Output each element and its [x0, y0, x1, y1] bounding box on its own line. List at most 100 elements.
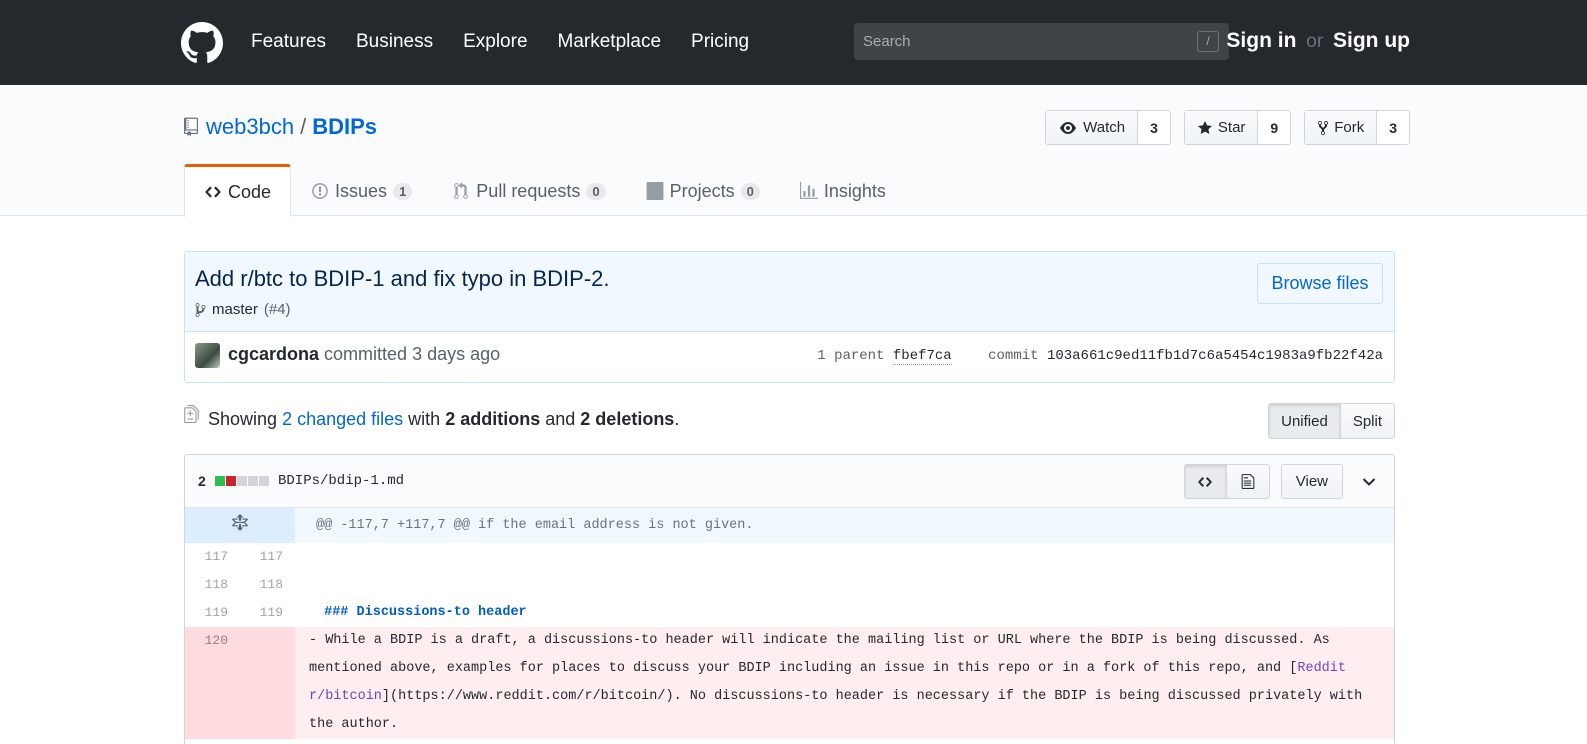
unfold-icon: [232, 514, 248, 531]
tab-insights[interactable]: Insights: [780, 164, 906, 217]
watch-count[interactable]: 3: [1138, 111, 1170, 144]
old-line-number[interactable]: 117: [185, 543, 240, 571]
sign-up-link[interactable]: Sign up: [1333, 29, 1410, 52]
hunk-header-row: @@ -117,7 +117,7 @@ if the email address…: [185, 508, 1394, 543]
nav-pricing[interactable]: Pricing: [691, 29, 749, 55]
avatar[interactable]: [195, 343, 220, 368]
code-line: [295, 571, 1394, 599]
browse-files-button[interactable]: Browse files: [1257, 263, 1383, 304]
commit-author-line: cgcardona committed 3 days ago: [228, 344, 500, 365]
sign-in-link[interactable]: Sign in: [1226, 29, 1296, 52]
search-input[interactable]: [854, 23, 1229, 60]
code-line: [295, 543, 1394, 571]
view-file-button[interactable]: View: [1280, 464, 1343, 499]
display-toggle: [1183, 464, 1270, 499]
repo-name-link[interactable]: BDIPs: [312, 114, 377, 140]
graph-icon: [799, 182, 818, 199]
fork-count[interactable]: 3: [1377, 111, 1409, 144]
diff-row: 119 119 ### Discussions-to header: [185, 599, 1394, 627]
changed-files-link[interactable]: 2 changed files: [282, 409, 403, 429]
or-text: or: [1306, 31, 1324, 52]
parent-sha-link[interactable]: fbef7ca: [892, 348, 952, 365]
site-header: Features Business Explore Marketplace Pr…: [0, 0, 1587, 85]
tab-insights-label: Insights: [823, 180, 886, 201]
branch-name[interactable]: master: [212, 301, 258, 318]
tab-projects-label: Projects: [669, 180, 735, 201]
author-link[interactable]: cgcardona: [228, 344, 319, 364]
commit-meta: cgcardona committed 3 days ago 1 parent …: [185, 332, 1394, 382]
unified-button[interactable]: Unified: [1269, 404, 1341, 438]
file-icon: [1241, 474, 1255, 489]
tab-code-label: Code: [228, 181, 272, 202]
deleted-text-suffix: ](https://www.reddit.com/r/bitcoin/). No…: [309, 689, 1371, 732]
repo-icon: [184, 117, 198, 137]
star-count[interactable]: 9: [1258, 111, 1290, 144]
repo-owner-link[interactable]: web3bch: [206, 114, 294, 140]
watch-button[interactable]: Watch: [1046, 111, 1139, 144]
deleted-row: 120 - While a BDIP is a draft, a discuss…: [185, 627, 1394, 739]
github-logo-icon[interactable]: [181, 22, 223, 64]
expand-lines-button[interactable]: [185, 508, 295, 543]
diffstat-block: [226, 476, 236, 486]
file-path[interactable]: BDIPs/bdip-1.md: [278, 473, 404, 489]
showing-text: Showing: [208, 409, 278, 429]
nav-marketplace[interactable]: Marketplace: [558, 29, 662, 55]
pr-reference[interactable]: (#4): [264, 301, 291, 318]
source-diff-button[interactable]: [1184, 465, 1227, 498]
deletions-count: 2 deletions: [580, 409, 675, 429]
hunk-header: @@ -117,7 +117,7 @@ if the email address…: [295, 508, 1394, 543]
fork-button[interactable]: Fork: [1305, 111, 1378, 144]
rich-diff-button[interactable]: [1226, 465, 1269, 498]
repo-actions: Watch 3 Star 9 Fork 3: [1045, 110, 1410, 145]
period-text: .: [674, 409, 680, 429]
commit-branch: master (#4): [195, 301, 291, 318]
fork-label: Fork: [1334, 119, 1365, 136]
old-line-number[interactable]: 119: [185, 599, 240, 627]
file-actions: View: [1183, 464, 1384, 499]
old-line-number[interactable]: 120: [185, 627, 240, 739]
new-line-number[interactable]: 119: [240, 599, 295, 627]
chevron-down-icon: [1362, 477, 1376, 486]
eye-icon: [1060, 121, 1077, 134]
diff-view-switch: Unified Split: [1268, 403, 1395, 439]
issues-counter: 1: [393, 182, 413, 200]
pulls-counter: 0: [586, 182, 606, 200]
fork-group: Fork 3: [1304, 110, 1410, 145]
watch-label: Watch: [1083, 119, 1126, 136]
tab-projects[interactable]: Projects 0: [626, 164, 780, 217]
tab-pull-requests[interactable]: Pull requests 0: [432, 164, 625, 217]
nav-features[interactable]: Features: [251, 29, 326, 55]
diffstat-block: [248, 476, 258, 486]
diffstat-block: [215, 476, 225, 486]
star-button[interactable]: Star: [1184, 111, 1259, 144]
old-line-number[interactable]: 118: [185, 571, 240, 599]
repo-tabs: Code Issues 1 Pull requests 0 Projects 0…: [184, 164, 906, 217]
main-nav: Features Business Explore Marketplace Pr…: [251, 29, 779, 55]
diffstat-bar: [215, 476, 269, 486]
branch-icon: [195, 302, 206, 317]
repo-separator: /: [300, 114, 307, 139]
fork-icon: [1318, 120, 1329, 135]
deleted-code-line: - While a BDIP is a draft, a discussions…: [295, 627, 1394, 739]
commit-title: Add r/btc to BDIP-1 and fix typo in BDIP…: [195, 266, 610, 291]
commit-time: committed 3 days ago: [324, 344, 501, 364]
new-line-number[interactable]: 118: [240, 571, 295, 599]
new-line-number[interactable]: 117: [240, 543, 295, 571]
commit-sha: 103a661c9ed11fb1d7c6a5454c1983a9fb22f42a: [1046, 348, 1383, 364]
code-line: ### Discussions-to header: [316, 605, 527, 620]
star-label: Star: [1217, 119, 1246, 136]
watch-group: Watch 3: [1045, 110, 1171, 145]
nav-explore[interactable]: Explore: [463, 29, 527, 55]
diff-row: 118 118: [185, 571, 1394, 599]
pull-request-icon: [454, 182, 469, 199]
diff-summary: Showing 2 changed files with 2 additions…: [184, 403, 1395, 440]
file-menu-toggle[interactable]: [1354, 467, 1384, 497]
nav-business[interactable]: Business: [356, 29, 433, 55]
tab-issues[interactable]: Issues 1: [291, 164, 432, 217]
tab-code[interactable]: Code: [184, 164, 292, 217]
code-icon: [1198, 476, 1213, 487]
repo-title: web3bch / BDIPs: [184, 114, 377, 140]
project-icon: [646, 182, 664, 200]
split-button[interactable]: Split: [1340, 404, 1394, 438]
auth-links: Sign in or Sign up: [1226, 29, 1410, 53]
